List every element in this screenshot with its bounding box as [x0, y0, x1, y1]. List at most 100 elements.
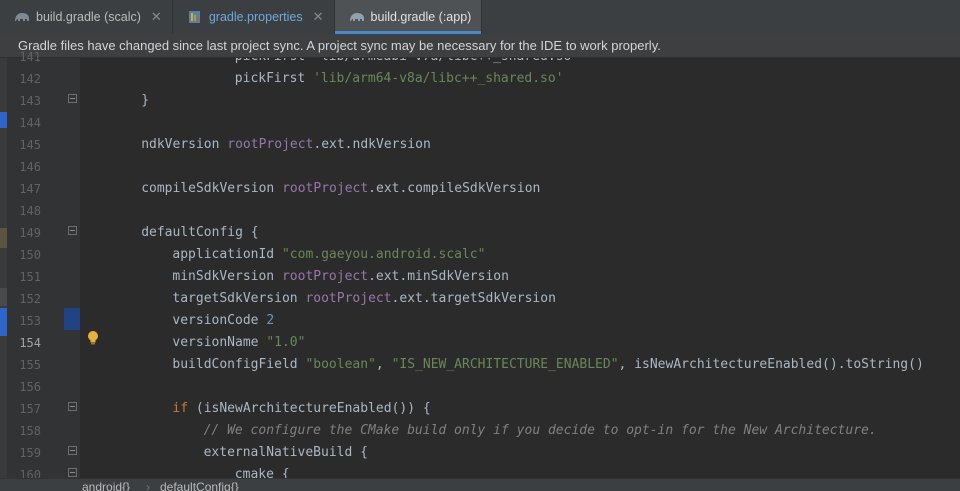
strip-marker[interactable]	[0, 112, 7, 128]
line-number: 155	[19, 358, 41, 372]
code-line: targetSdkVersion rootProject.ext.targetS…	[172, 288, 960, 310]
gradle-elephant-icon	[15, 13, 29, 21]
tab-gradle-properties[interactable]: gradle.properties ✕	[173, 0, 335, 34]
code-token: 'lib/arm64-v8a/libc++_shared.so'	[313, 71, 564, 86]
line-number: 153	[19, 314, 41, 328]
gradle-sync-banner: Gradle files have changed since last pro…	[0, 34, 960, 58]
line-number: 159	[19, 446, 41, 460]
line-number: 146	[19, 160, 41, 174]
code-line: if (isNewArchitectureEnabled()) {	[172, 398, 960, 420]
code-token: .ext.minSdkVersion	[368, 269, 509, 284]
strip-marker[interactable]	[0, 228, 7, 248]
code-line: versionCode 2	[172, 310, 960, 332]
fold-marker[interactable]	[68, 446, 77, 455]
code-token: "IS_NEW_ARCHITECTURE_ENABLED"	[391, 357, 619, 372]
code-token: (isNewArchitectureEnabled()) {	[188, 401, 431, 416]
code-token: .ext.ndkVersion	[313, 137, 431, 152]
breadcrumb-item-android[interactable]: android{}	[82, 480, 130, 491]
code-token: applicationId	[172, 247, 282, 262]
code-token: rootProject	[227, 137, 314, 152]
line-number: 156	[19, 380, 41, 394]
code-token: , isNewArchitectureEnabled().toString()	[618, 357, 924, 372]
breadcrumb-item-defaultconfig[interactable]: defaultConfig{}	[160, 480, 239, 491]
code-token: "boolean"	[305, 357, 376, 372]
code-token: defaultConfig {	[141, 225, 259, 240]
code-line: }	[141, 90, 960, 112]
line-number: 145	[19, 138, 41, 152]
strip-marker[interactable]	[0, 288, 7, 306]
code-token: externalNativeBuild {	[203, 445, 368, 460]
line-number: 151	[19, 270, 41, 284]
code-token: .ext.compileSdkVersion	[368, 181, 541, 196]
code-line: applicationId "com.gaeyou.android.scalc"	[172, 244, 960, 266]
line-number: 157	[19, 402, 41, 416]
breadcrumb-separator-icon: ›	[146, 480, 150, 491]
code-token: minSdkVersion	[172, 269, 282, 284]
code-token: // We configure the CMake build only if …	[203, 423, 877, 438]
fold-marker[interactable]	[68, 226, 77, 235]
tab-label: build.gradle (:app)	[370, 10, 472, 24]
banner-message: Gradle files have changed since last pro…	[18, 38, 661, 53]
line-number: 141	[19, 50, 41, 64]
code-line: pickFirst 'lib/armeabi-v7a/libc++_shared…	[235, 58, 960, 68]
breadcrumb: android{} › defaultConfig{}	[0, 478, 960, 491]
close-tab-icon[interactable]: ✕	[313, 9, 324, 25]
tab-label: gradle.properties	[208, 10, 303, 24]
line-number: 148	[19, 204, 41, 218]
code-token: 2	[266, 313, 275, 328]
left-tool-strip	[0, 58, 7, 478]
code-token: "com.gaeyou.android.scalc"	[281, 247, 486, 262]
line-number: 150	[19, 248, 41, 262]
line-number: 158	[19, 424, 41, 438]
fold-marker[interactable]	[68, 402, 77, 411]
fold-marker[interactable]	[68, 94, 77, 103]
code-editor[interactable]: pickFirst 'lib/armeabi-v7a/libc++_shared…	[80, 58, 960, 478]
tab-build-gradle-scalc[interactable]: build.gradle (scalc) ✕	[0, 0, 173, 34]
code-line: versionName "1.0"	[172, 332, 960, 354]
code-token: pickFirst 'lib/armeabi-v7a/libc++_shared…	[235, 58, 579, 64]
tab-build-gradle-app[interactable]: build.gradle (:app)	[334, 0, 483, 34]
code-token: if	[172, 401, 189, 416]
properties-file-icon	[188, 11, 200, 23]
code-line: compileSdkVersion rootProject.ext.compil…	[141, 178, 960, 200]
code-line: cmake {	[235, 464, 960, 478]
gradle-elephant-icon	[349, 13, 364, 21]
code-token: "1.0"	[266, 335, 306, 350]
line-number: 147	[19, 182, 41, 196]
code-line: ndkVersion rootProject.ext.ndkVersion	[141, 134, 960, 156]
code-line: // We configure the CMake build only if …	[204, 420, 960, 442]
lightbulb-icon[interactable]	[86, 330, 100, 346]
code-line: externalNativeBuild {	[204, 442, 960, 464]
line-number: 144	[19, 116, 41, 130]
code-token: rootProject	[305, 291, 392, 306]
code-token: rootProject	[281, 269, 369, 284]
code-token: targetSdkVersion	[172, 291, 306, 306]
code-token: cmake {	[234, 467, 290, 478]
strip-marker[interactable]	[0, 308, 7, 336]
code-line: minSdkVersion rootProject.ext.minSdkVers…	[172, 266, 960, 288]
code-token: ndkVersion	[141, 137, 228, 152]
code-token: buildConfigField	[172, 357, 306, 372]
fold-marker[interactable]	[68, 468, 77, 477]
line-number: 154	[19, 336, 41, 350]
line-number: 143	[19, 94, 41, 108]
code-token: rootProject	[282, 181, 369, 196]
code-token: ,	[375, 357, 392, 372]
code-line: pickFirst 'lib/arm64-v8a/libc++_shared.s…	[235, 68, 960, 90]
line-number: 149	[19, 226, 41, 240]
code-token: versionCode	[172, 313, 267, 328]
code-line: defaultConfig {	[141, 222, 960, 244]
editor-tab-bar: build.gradle (scalc) ✕ gradle.properties…	[0, 0, 960, 35]
code-token: compileSdkVersion	[141, 181, 283, 196]
line-number: 152	[19, 292, 41, 306]
code-line: buildConfigField "boolean", "IS_NEW_ARCH…	[172, 354, 960, 376]
code-token: versionName	[172, 335, 267, 350]
close-tab-icon[interactable]: ✕	[151, 9, 162, 25]
tab-label: build.gradle (scalc)	[36, 10, 141, 24]
code-token: }	[141, 93, 150, 108]
line-number: 142	[19, 72, 41, 86]
